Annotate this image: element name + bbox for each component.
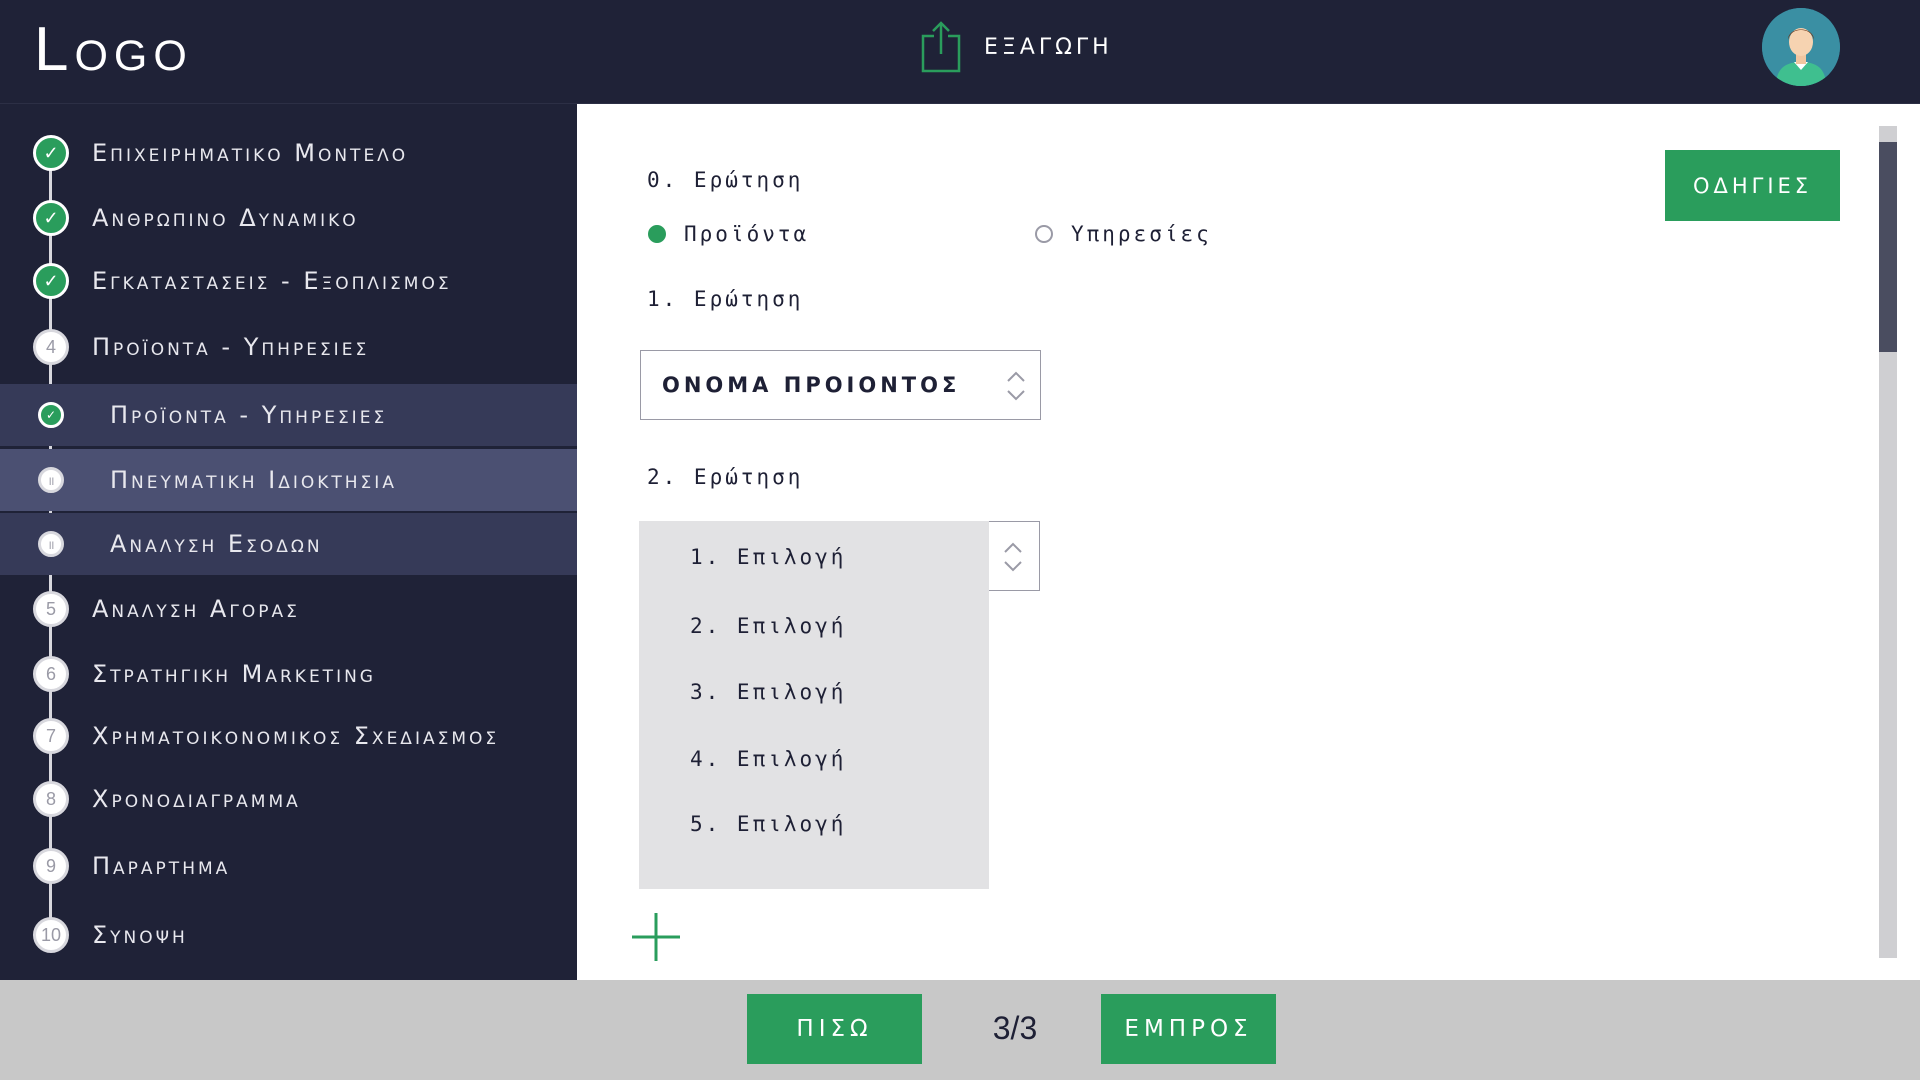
sidebar-item-label: Συνοψη bbox=[92, 921, 188, 949]
sidebar-item-label: Ανθρωπινο Δυναμικο bbox=[92, 204, 359, 232]
question-0-label: 0. Ερώτηση bbox=[647, 168, 804, 192]
step-number: 5 bbox=[33, 591, 69, 627]
sidebar-item-label: Πνευματικη Ιδιοκτησια bbox=[110, 466, 397, 494]
sidebar-item-human-resources[interactable]: ✓ Ανθρωπινο Δυναμικο bbox=[0, 187, 577, 249]
product-name-select[interactable]: ΟΝΟΜΑ ΠΡΟΙΟΝΤΟΣ bbox=[640, 350, 1041, 420]
radio-label: Υπηρεσίες bbox=[1071, 222, 1212, 246]
sidebar-item-appendix[interactable]: 9 Παραρτημα bbox=[0, 835, 577, 897]
back-button[interactable]: ΠΙΣΩ bbox=[747, 994, 922, 1064]
sidebar: ✓ Επιχειρηματικο Μοντελο ✓ Ανθρωπινο Δυν… bbox=[0, 104, 577, 980]
sidebar-item-market-analysis[interactable]: 5 Αναλυση Αγορας bbox=[0, 578, 577, 640]
question-2-label: 2. Ερώτηση bbox=[647, 465, 804, 489]
radio-services[interactable]: Υπηρεσίες bbox=[1035, 222, 1212, 246]
sidebar-item-facilities-equipment[interactable]: ✓ Εγκαταστασεις - Εξοπλισμος bbox=[0, 250, 577, 312]
step-number: 7 bbox=[33, 718, 69, 754]
radio-unselected-icon bbox=[1035, 225, 1053, 243]
dropdown-option[interactable]: 3. Επιλογή bbox=[690, 680, 846, 704]
dropdown-option[interactable]: 4. Επιλογή bbox=[690, 747, 846, 771]
checkmark-icon: ✓ bbox=[33, 135, 69, 171]
step-number: 4 bbox=[33, 329, 69, 365]
sidebar-item-financial-planning[interactable]: 7 Χρηματοικονομικος Σχεδιασμος bbox=[0, 705, 577, 767]
sidebar-item-label: Στρατηγικη Marketing bbox=[92, 660, 376, 688]
bottom-nav-bar: ΠΙΣΩ 3/3 ΕΜΠΡΟΣ bbox=[0, 980, 1920, 1080]
updown-arrows-icon bbox=[1004, 542, 1022, 572]
sidebar-item-business-model[interactable]: ✓ Επιχειρηματικο Μοντελο bbox=[0, 122, 577, 184]
sidebar-subitem-intellectual-property[interactable]: ॥ Πνευματικη Ιδιοκτησια bbox=[0, 449, 577, 511]
page-indicator: 3/3 bbox=[992, 1010, 1038, 1046]
user-avatar-icon[interactable] bbox=[1762, 8, 1840, 86]
step-number: 8 bbox=[33, 781, 69, 817]
sidebar-item-label: Προϊοντα - Υπηρεσιες bbox=[110, 401, 388, 429]
main-content: 0. Ερώτηση Προϊόντα Υπηρεσίες 1. Ερώτηση… bbox=[577, 104, 1920, 980]
sidebar-item-label: Αναλυση Αγορας bbox=[92, 595, 300, 623]
next-button[interactable]: ΕΜΠΡΟΣ bbox=[1101, 994, 1276, 1064]
sidebar-item-label: Παραρτημα bbox=[92, 852, 231, 880]
dropdown-option[interactable]: 5. Επιλογή bbox=[690, 812, 846, 836]
sidebar-subitem-revenue-analysis[interactable]: ॥ Αναλυση Εσοδων bbox=[0, 513, 577, 575]
radio-label: Προϊόντα bbox=[684, 222, 810, 246]
step-number: 6 bbox=[33, 656, 69, 692]
sidebar-subitem-products-services[interactable]: ✓ Προϊοντα - Υπηρεσιες bbox=[0, 384, 577, 446]
updown-arrows-icon bbox=[1007, 371, 1025, 401]
sidebar-item-label: Επιχειρηματικο Μοντελο bbox=[92, 139, 409, 167]
export-label: ΕΞΑΓΩΓΗ bbox=[984, 34, 1113, 60]
checkmark-icon: ✓ bbox=[38, 402, 64, 428]
sidebar-item-label: Αναλυση Εσοδων bbox=[110, 530, 323, 558]
sidebar-item-label: Προϊοντα - Υπηρεσιες bbox=[92, 333, 370, 361]
export-upload-icon bbox=[921, 21, 961, 73]
dropdown-option[interactable]: 1. Επιλογή bbox=[690, 545, 846, 569]
pause-icon: ॥ bbox=[38, 467, 64, 493]
question-1-label: 1. Ερώτηση bbox=[647, 287, 804, 311]
scrollbar-thumb[interactable] bbox=[1879, 142, 1897, 352]
sidebar-item-label: Χρονοδιαγραμμα bbox=[92, 785, 301, 813]
export-button[interactable]: ΕΞΑΓΩΓΗ bbox=[920, 20, 1113, 74]
radio-products[interactable]: Προϊόντα bbox=[648, 222, 809, 246]
checkmark-icon: ✓ bbox=[33, 200, 69, 236]
options-dropdown-list: 1. Επιλογή 2. Επιλογή 3. Επιλογή 4. Επιλ… bbox=[639, 521, 989, 889]
product-name-value: ΟΝΟΜΑ ΠΡΟΙΟΝΤΟΣ bbox=[662, 373, 961, 397]
checkmark-icon: ✓ bbox=[33, 263, 69, 299]
step-number: 10 bbox=[33, 917, 69, 953]
radio-selected-icon bbox=[648, 225, 666, 243]
top-bar: Logo ΕΞΑΓΩΓΗ bbox=[0, 0, 1920, 104]
sidebar-item-products-services[interactable]: 4 Προϊοντα - Υπηρεσιες bbox=[0, 316, 577, 378]
instructions-button[interactable]: ΟΔΗΓΙΕΣ bbox=[1665, 150, 1840, 221]
sidebar-item-marketing-strategy[interactable]: 6 Στρατηγικη Marketing bbox=[0, 643, 577, 705]
sidebar-item-label: Εγκαταστασεις - Εξοπλισμος bbox=[92, 267, 452, 295]
sidebar-item-timeline[interactable]: 8 Χρονοδιαγραμμα bbox=[0, 768, 577, 830]
pause-icon: ॥ bbox=[38, 531, 64, 557]
app-logo[interactable]: Logo bbox=[34, 14, 193, 85]
sidebar-item-summary[interactable]: 10 Συνοψη bbox=[0, 904, 577, 966]
step-number: 9 bbox=[33, 848, 69, 884]
sidebar-item-label: Χρηματοικονομικος Σχεδιασμος bbox=[92, 722, 500, 750]
plus-icon[interactable] bbox=[630, 911, 682, 963]
dropdown-option[interactable]: 2. Επιλογή bbox=[690, 614, 846, 638]
dropdown-toggle[interactable] bbox=[989, 521, 1040, 591]
